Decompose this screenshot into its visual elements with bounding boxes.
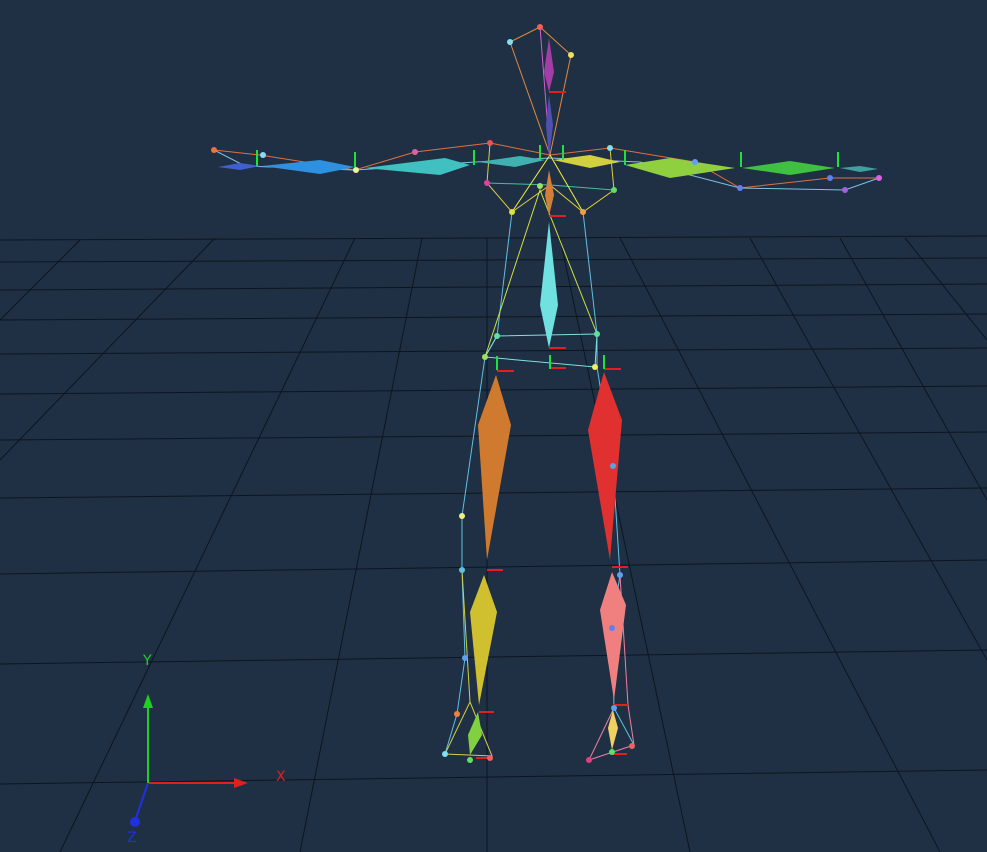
joint-handle[interactable] <box>580 209 586 215</box>
joint-handle[interactable] <box>617 572 623 578</box>
joint-handle[interactable] <box>629 743 635 749</box>
joint-handle[interactable] <box>459 513 465 519</box>
joint-handle[interactable] <box>494 333 500 339</box>
joint-handle[interactable] <box>611 187 617 193</box>
joint-handle[interactable] <box>454 711 460 717</box>
joint-handle[interactable] <box>507 39 513 45</box>
joint-handle[interactable] <box>611 705 617 711</box>
z-axis-label: Z <box>127 830 137 846</box>
joint-handle[interactable] <box>482 354 488 360</box>
joint-handle[interactable] <box>487 140 493 146</box>
joint-handle[interactable] <box>827 175 833 181</box>
joint-handle[interactable] <box>462 655 468 661</box>
joint-handle[interactable] <box>537 183 543 189</box>
joint-handle[interactable] <box>568 52 574 58</box>
joint-handle[interactable] <box>842 187 848 193</box>
y-axis-label: Y <box>142 653 152 669</box>
joint-handle[interactable] <box>594 331 600 337</box>
joint-handle[interactable] <box>260 152 266 158</box>
joint-handle[interactable] <box>484 180 490 186</box>
joint-handle[interactable] <box>353 167 359 173</box>
joint-handle[interactable] <box>692 159 698 165</box>
joint-handle[interactable] <box>509 209 515 215</box>
joint-handle[interactable] <box>487 755 493 761</box>
joint-handle[interactable] <box>211 147 217 153</box>
joint-handle[interactable] <box>610 463 616 469</box>
joint-handle[interactable] <box>537 24 543 30</box>
joint-handle[interactable] <box>586 757 592 763</box>
joint-handle[interactable] <box>412 149 418 155</box>
joint-handle[interactable] <box>737 185 743 191</box>
z-axis-endpoint <box>130 817 140 827</box>
x-axis-label: X <box>276 769 286 785</box>
joint-handle[interactable] <box>592 364 598 370</box>
joint-handle[interactable] <box>876 175 882 181</box>
joint-handle[interactable] <box>609 749 615 755</box>
joint-handle[interactable] <box>459 567 465 573</box>
joint-handle[interactable] <box>442 751 448 757</box>
joint-handle[interactable] <box>467 757 473 763</box>
3d-viewport[interactable]: X Y Z <box>0 0 987 852</box>
joint-handle[interactable] <box>609 625 615 631</box>
joint-handle[interactable] <box>607 145 613 151</box>
